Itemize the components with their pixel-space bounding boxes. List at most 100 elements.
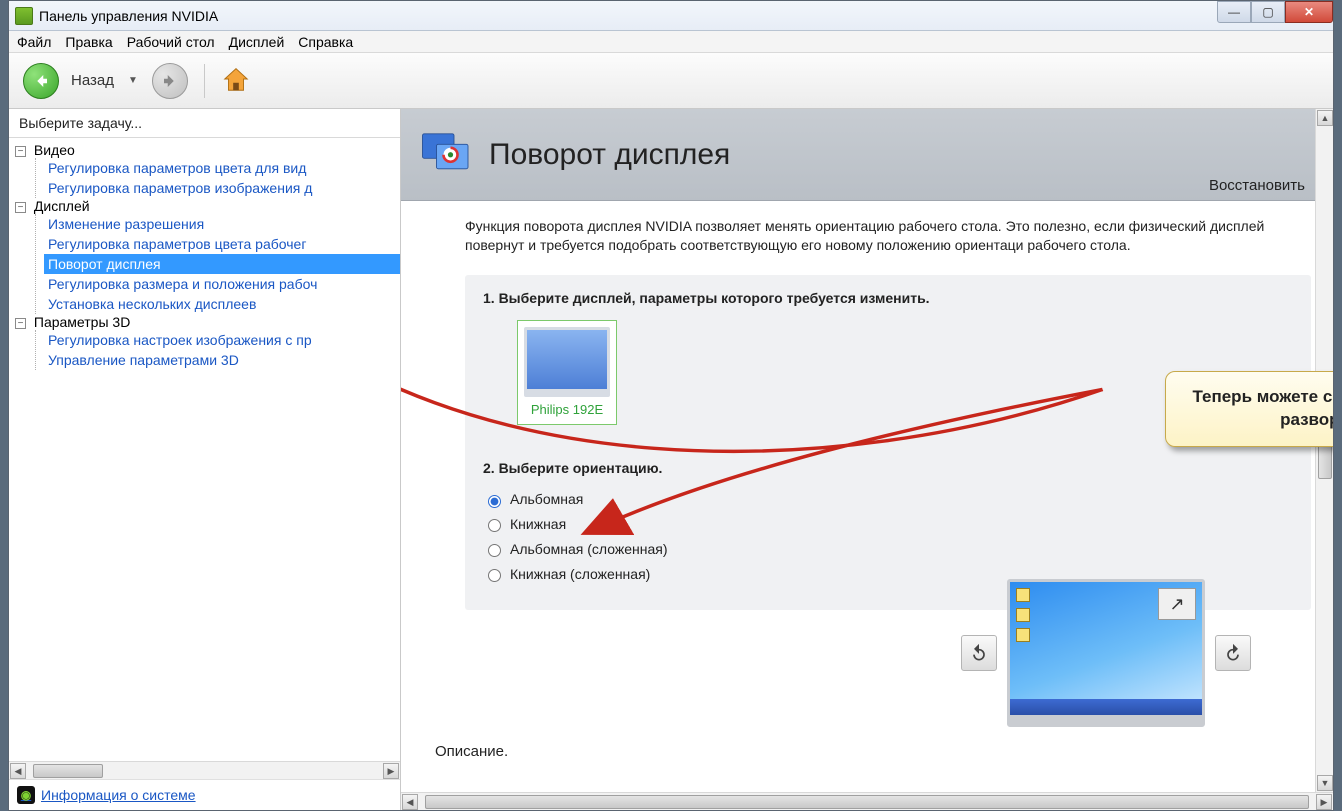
orientation-landscape-flipped[interactable]: Альбомная (сложенная)	[483, 540, 1293, 559]
display-name: Philips 192E	[524, 401, 610, 419]
annotation-callout: Теперь можете с легкостью выполнить разв…	[1165, 371, 1333, 447]
window-buttons: — ▢ ✕	[1217, 1, 1333, 25]
nvidia-app-icon	[15, 7, 33, 25]
desktop-icon	[1016, 628, 1030, 642]
arrow-left-icon	[32, 72, 50, 90]
orientation-portrait[interactable]: Книжная	[483, 515, 1293, 534]
menu-desktop[interactable]: Рабочий стол	[127, 34, 215, 50]
tree-item-video-color[interactable]: Регулировка параметров цвета для вид	[44, 158, 400, 178]
description-footer: Описание.	[435, 742, 508, 762]
system-info-label: Информация о системе	[41, 787, 196, 803]
page-description: Функция поворота дисплея NVIDIA позволяе…	[465, 217, 1311, 255]
tree-item-video-image[interactable]: Регулировка параметров изображения д	[44, 178, 400, 198]
scroll-left-icon[interactable]: ◀	[10, 763, 26, 779]
rotate-cw-button[interactable]	[1215, 635, 1251, 671]
tree-item-3d-manage[interactable]: Управление параметрами 3D	[44, 350, 400, 370]
preview-taskbar	[1010, 699, 1202, 715]
collapse-icon[interactable]: −	[15, 202, 26, 213]
sidebar: Выберите задачу... − Видео Регулировка п…	[9, 109, 401, 810]
page-title: Поворот дисплея	[489, 138, 730, 172]
content-vscrollbar[interactable]: ▲ ▼	[1315, 109, 1333, 792]
orientation-label: Книжная (сложенная)	[510, 565, 650, 584]
back-button[interactable]	[23, 63, 59, 99]
tree-item-multi-display[interactable]: Установка нескольких дисплеев	[44, 294, 400, 314]
content-area: Функция поворота дисплея NVIDIA позволяе…	[401, 201, 1333, 792]
back-label: Назад	[71, 72, 114, 89]
tree-group-3d[interactable]: − Параметры 3D	[15, 314, 400, 330]
close-button[interactable]: ✕	[1285, 1, 1333, 23]
callout-text: Теперь можете с легкостью выполнить разв…	[1192, 387, 1333, 429]
rotate-display-header-icon	[419, 125, 475, 184]
tree-children-video: Регулировка параметров цвета для вид Рег…	[35, 158, 400, 198]
scroll-right-icon[interactable]: ▶	[1316, 794, 1332, 810]
orientation-options: Альбомная Книжная Альбомная (сложенная)	[483, 490, 1293, 584]
rotate-cw-icon	[1223, 643, 1243, 663]
tree-children-display: Изменение разрешения Регулировка парамет…	[35, 214, 400, 314]
orientation-radio[interactable]	[488, 495, 501, 508]
content-hscrollbar[interactable]: ◀ ▶	[401, 792, 1333, 810]
window-title: Панель управления NVIDIA	[39, 8, 218, 24]
scroll-left-icon[interactable]: ◀	[402, 794, 418, 810]
step2-title: 2. Выберите ориентацию.	[483, 459, 1293, 478]
arrow-right-icon	[161, 72, 179, 90]
orientation-landscape[interactable]: Альбомная	[483, 490, 1293, 509]
display-tile[interactable]: Philips 192E	[517, 320, 617, 426]
home-icon	[221, 64, 251, 94]
titlebar[interactable]: Панель управления NVIDIA — ▢ ✕	[9, 1, 1333, 31]
maximize-button[interactable]: ▢	[1251, 1, 1285, 23]
rotate-ccw-button[interactable]	[961, 635, 997, 671]
back-dropdown-icon[interactable]: ▼	[128, 75, 138, 86]
nvidia-badge-icon: ◉	[17, 786, 35, 804]
minimize-button[interactable]: —	[1217, 1, 1251, 23]
tree-group-label: Параметры 3D	[34, 314, 130, 330]
orientation-radio[interactable]	[488, 544, 501, 557]
menu-edit[interactable]: Правка	[65, 34, 112, 50]
sidebar-title: Выберите задачу...	[9, 109, 400, 138]
tree-item-desktop-color[interactable]: Регулировка параметров цвета рабочег	[44, 234, 400, 254]
scroll-down-icon[interactable]: ▼	[1317, 775, 1333, 791]
page-header: Поворот дисплея Восстановить	[401, 109, 1333, 201]
main-content: Поворот дисплея Восстановить Функция пов…	[401, 109, 1333, 810]
desktop-icon	[1016, 588, 1030, 602]
forward-button[interactable]	[152, 63, 188, 99]
tree-group-display[interactable]: − Дисплей	[15, 198, 400, 214]
orientation-label: Альбомная (сложенная)	[510, 540, 667, 559]
monitor-icon	[524, 327, 610, 397]
menu-help[interactable]: Справка	[298, 34, 353, 50]
desktop-icon	[1016, 608, 1030, 622]
tree-group-label: Видео	[34, 142, 75, 158]
menu-file[interactable]: Файл	[17, 34, 51, 50]
toolbar: Назад ▼	[9, 53, 1333, 109]
orientation-label: Книжная	[510, 515, 566, 534]
tree-item-resolution[interactable]: Изменение разрешения	[44, 214, 400, 234]
tree-item-3d-image[interactable]: Регулировка настроек изображения с пр	[44, 330, 400, 350]
sidebar-hscrollbar[interactable]: ◀ ▶	[9, 761, 400, 779]
scroll-thumb[interactable]	[425, 795, 1309, 809]
system-info-link[interactable]: ◉ Информация о системе	[9, 779, 400, 810]
preview-monitor: ↗	[1007, 579, 1205, 727]
orientation-radio[interactable]	[488, 519, 501, 532]
home-button[interactable]	[221, 64, 251, 97]
scroll-up-icon[interactable]: ▲	[1317, 110, 1333, 126]
task-tree: − Видео Регулировка параметров цвета для…	[9, 138, 400, 761]
menubar: Файл Правка Рабочий стол Дисплей Справка	[9, 31, 1333, 53]
tree-group-video[interactable]: − Видео	[15, 142, 400, 158]
orientation-radio[interactable]	[488, 569, 501, 582]
scroll-thumb[interactable]	[33, 764, 103, 778]
orientation-chip-icon: ↗	[1158, 588, 1196, 620]
body: Выберите задачу... − Видео Регулировка п…	[9, 109, 1333, 810]
orientation-label: Альбомная	[510, 490, 583, 509]
scroll-right-icon[interactable]: ▶	[383, 763, 399, 779]
menu-display[interactable]: Дисплей	[229, 34, 285, 50]
preview-area: ↗	[961, 579, 1251, 727]
tree-item-size-position[interactable]: Регулировка размера и положения рабоч	[44, 274, 400, 294]
tree-item-rotate-display[interactable]: Поворот дисплея	[44, 254, 400, 274]
rotate-ccw-icon	[969, 643, 989, 663]
collapse-icon[interactable]: −	[15, 146, 26, 157]
step1-title: 1. Выберите дисплей, параметры которого …	[483, 289, 1293, 308]
toolbar-separator	[204, 64, 205, 98]
collapse-icon[interactable]: −	[15, 318, 26, 329]
app-window: Панель управления NVIDIA — ▢ ✕ Файл Прав…	[8, 0, 1334, 811]
tree-group-label: Дисплей	[34, 198, 90, 214]
restore-link[interactable]: Восстановить	[1209, 177, 1305, 194]
